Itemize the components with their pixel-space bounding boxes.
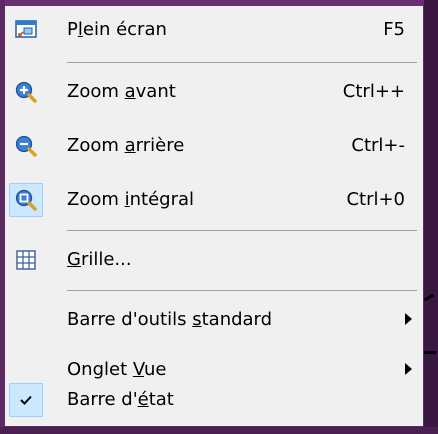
window-frame-bottom	[0, 427, 438, 434]
submenu-arrow-icon	[405, 363, 412, 375]
zoom-fit-icon	[9, 183, 43, 217]
menu-item-fullscreen[interactable]: Plein écran F5	[5, 6, 423, 54]
menu-item-label: Barre d'état	[67, 389, 174, 410]
menu-separator	[67, 290, 417, 291]
menu-item-status-bar[interactable]: Barre d'état	[5, 376, 423, 424]
menu-item-zoom-fit[interactable]: Zoom intégral Ctrl+0	[5, 176, 423, 224]
menu-item-shortcut: Ctrl++	[342, 81, 405, 102]
zoom-out-icon	[9, 129, 43, 163]
menu-item-shortcut: Ctrl+-	[351, 135, 405, 156]
menu-item-grid[interactable]: Grille...	[5, 236, 423, 284]
grid-icon	[9, 243, 43, 277]
menu-item-label: Zoom intégral	[67, 189, 195, 210]
fullscreen-icon	[9, 13, 43, 47]
menu-separator	[67, 230, 417, 231]
menu-item-shortcut: F5	[383, 19, 405, 40]
menu-separator	[67, 62, 417, 63]
menu-item-label: Zoom avant	[67, 81, 176, 102]
submenu-arrow-icon	[405, 313, 412, 325]
menu-item-zoom-out[interactable]: Zoom arrière Ctrl+-	[5, 122, 423, 170]
view-context-menu: Plein écran F5 Zoom avant Ctrl++ Zoom ar…	[5, 6, 423, 426]
menu-item-label: Plein écran	[67, 19, 167, 40]
zoom-in-icon	[9, 75, 43, 109]
menu-item-standard-toolbar[interactable]: Barre d'outils standard	[5, 296, 423, 344]
menu-item-label: Barre d'outils standard	[67, 309, 273, 330]
check-icon	[9, 383, 43, 417]
window-frame-right	[424, 0, 438, 434]
menu-item-label: Zoom arrière	[67, 135, 185, 156]
menu-item-shortcut: Ctrl+0	[346, 189, 405, 210]
menu-item-label: Grille...	[67, 249, 132, 270]
menu-item-zoom-in[interactable]: Zoom avant Ctrl++	[5, 68, 423, 116]
background-stroke	[424, 351, 436, 354]
